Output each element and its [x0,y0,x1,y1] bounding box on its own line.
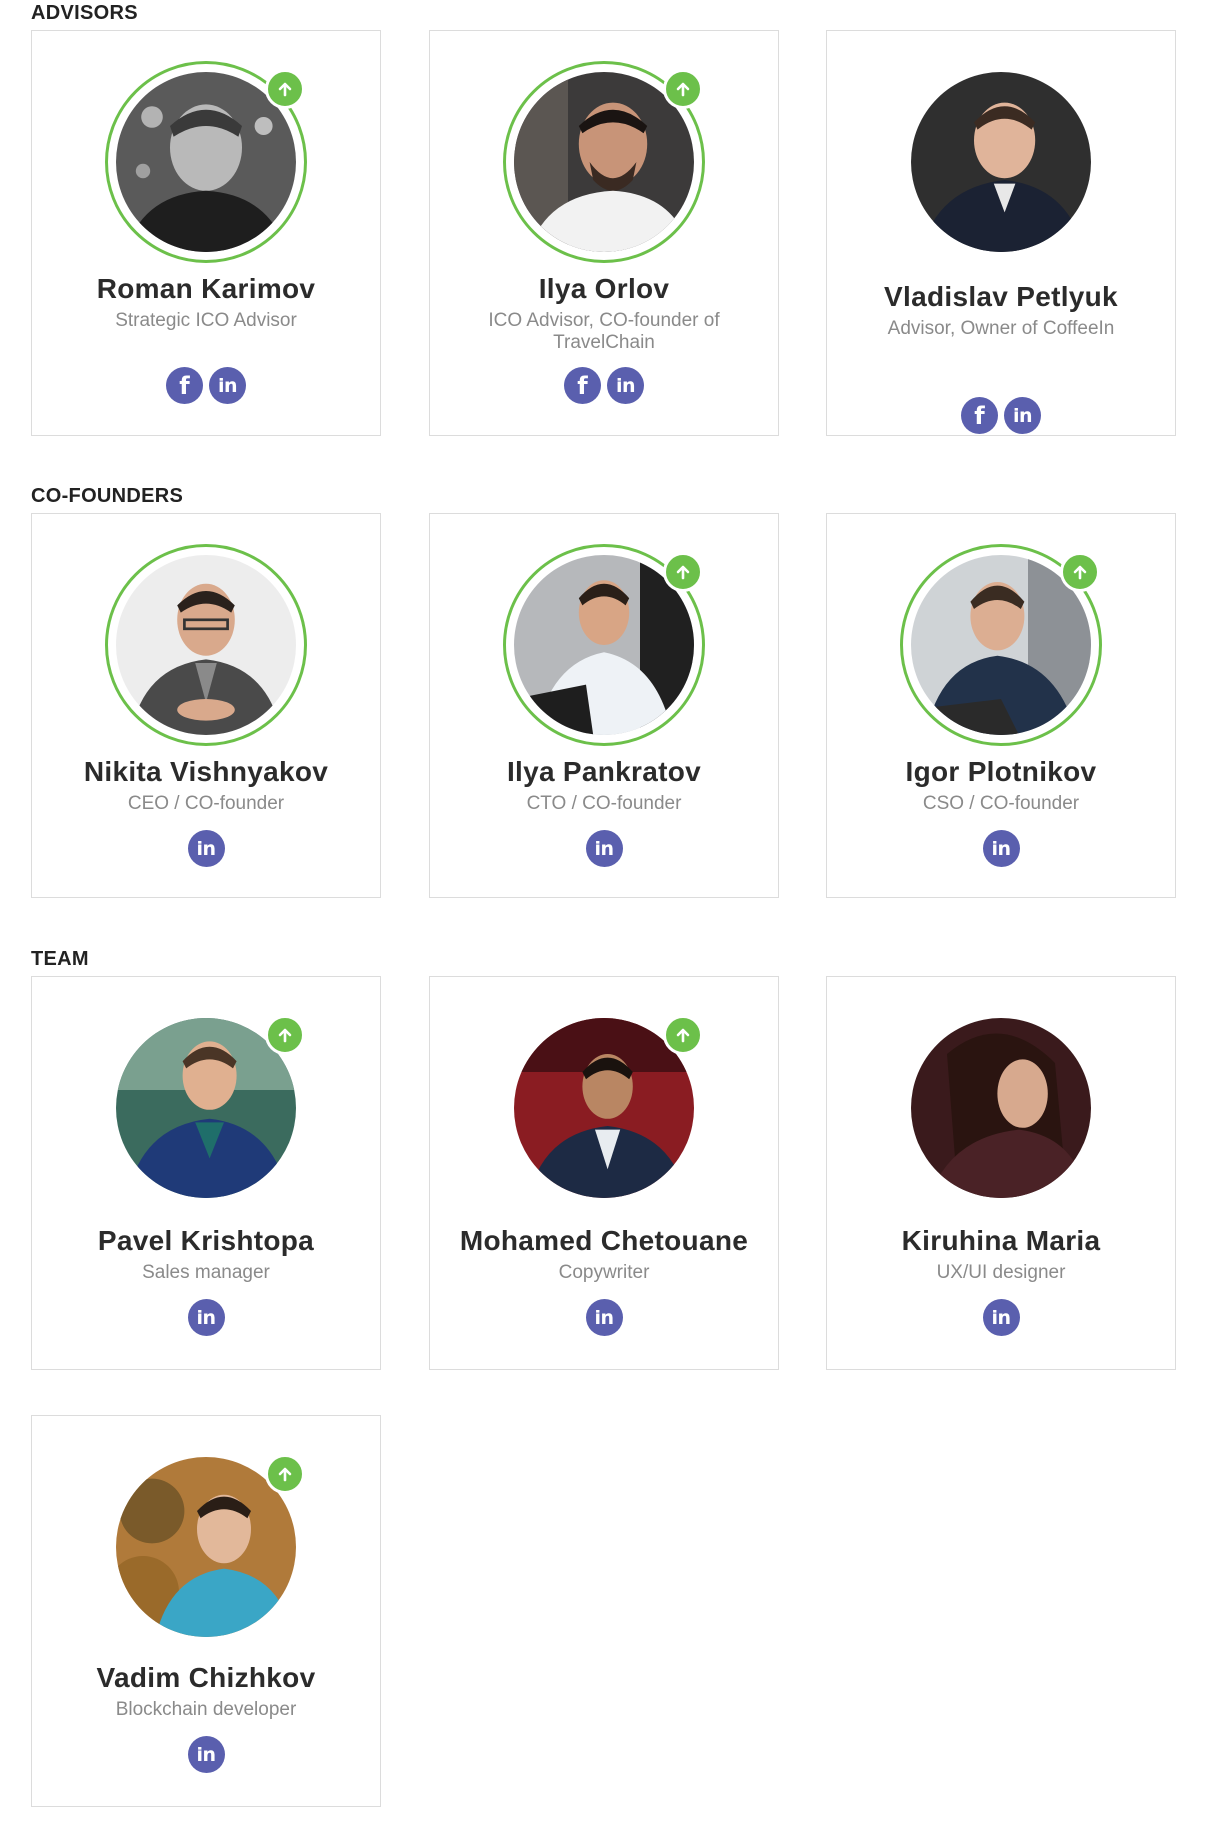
section-title-team: TEAM [31,948,89,970]
member-role: Strategic ICO Advisor [115,310,297,331]
advisor-card: Vladislav Petlyuk Advisor, Owner of Coff… [826,30,1176,436]
avatar [900,544,1102,746]
facebook-icon[interactable]: f [961,397,998,434]
advisor-card: Roman Karimov Strategic ICO Advisor f in [31,30,381,436]
facebook-icon[interactable]: f [564,367,601,404]
arrow-up-icon [663,1015,703,1055]
member-role: CEO / CO-founder [127,793,285,814]
linkedin-icon[interactable]: in [1004,397,1041,434]
cofounder-card: Igor Plotnikov CSO / CO-founder in [826,513,1176,898]
social-links: f in [32,367,380,404]
team-card: Pavel Krishtopa Sales manager in [31,976,381,1370]
member-role: Blockchain developer [115,1699,297,1720]
linkedin-icon[interactable]: in [585,1299,623,1336]
linkedin-icon[interactable]: in [585,830,623,867]
avatar [503,544,705,746]
cofounder-card: Ilya Pankratov CTO / CO-founder in [429,513,779,898]
linkedin-icon[interactable]: in [982,830,1020,867]
member-role: Sales manager [142,1262,270,1283]
social-links: f in [430,367,778,404]
avatar [105,1007,307,1209]
social-links: in [430,830,778,867]
social-links: in [827,1299,1175,1336]
advisor-card: Ilya Orlov ICO Advisor, CO-founder of Tr… [429,30,779,436]
team-card: Mohamed Chetouane Copywriter in [429,976,779,1370]
facebook-icon[interactable]: f [166,367,203,404]
section-title-advisors: ADVISORS [31,2,138,24]
member-name: Pavel Krishtopa [97,1225,315,1256]
member-role: CSO / CO-founder [922,793,1080,814]
member-role: UX/UI designer [936,1262,1066,1283]
member-name: Roman Karimov [96,273,316,304]
avatar-photo [911,1018,1091,1198]
social-links: in [827,830,1175,867]
member-name: Ilya Orlov [538,273,670,304]
team-card: Kiruhina Maria UX/UI designer in [826,976,1176,1370]
avatar [900,61,1102,263]
avatar [900,1007,1102,1209]
member-name: Igor Plotnikov [905,756,1097,787]
member-name: Vladislav Petlyuk [884,281,1118,312]
member-name: Kiruhina Maria [901,1225,1101,1256]
social-links: in [430,1299,778,1336]
arrow-up-icon [1060,552,1100,592]
linkedin-icon[interactable]: in [187,1736,225,1773]
linkedin-icon[interactable]: in [187,1299,225,1336]
avatar-photo [911,72,1091,252]
member-name: Vadim Chizhkov [96,1662,316,1693]
linkedin-icon[interactable]: in [982,1299,1020,1336]
member-role: Copywriter [558,1262,650,1283]
linkedin-icon[interactable]: in [209,367,246,404]
member-name: Mohamed Chetouane [459,1225,749,1256]
arrow-up-icon [663,552,703,592]
social-links: in [32,830,380,867]
social-links: f in [827,397,1175,434]
arrow-up-icon [265,1454,305,1494]
section-title-cofounders: CO-FOUNDERS [31,485,184,507]
member-role: ICO Advisor, CO-founder of TravelChain [488,310,720,353]
arrow-up-icon [265,1015,305,1055]
avatar [105,61,307,263]
linkedin-icon[interactable]: in [607,367,644,404]
arrow-up-icon [265,69,305,109]
team-card: Vadim Chizhkov Blockchain developer in [31,1415,381,1807]
linkedin-icon[interactable]: in [187,830,225,867]
member-name: Ilya Pankratov [506,756,702,787]
avatar [503,61,705,263]
avatar [503,1007,705,1209]
cofounder-card: Nikita Vishnyakov CEO / CO-founder in [31,513,381,898]
arrow-up-icon [663,69,703,109]
social-links: in [32,1736,380,1773]
social-links: in [32,1299,380,1336]
member-role: CTO / CO-founder [526,793,682,814]
avatar [105,544,307,746]
avatar [105,1446,307,1648]
member-name: Nikita Vishnyakov [83,756,329,787]
member-role: Advisor, Owner of CoffeeIn [887,318,1115,339]
avatar-photo [116,555,296,735]
